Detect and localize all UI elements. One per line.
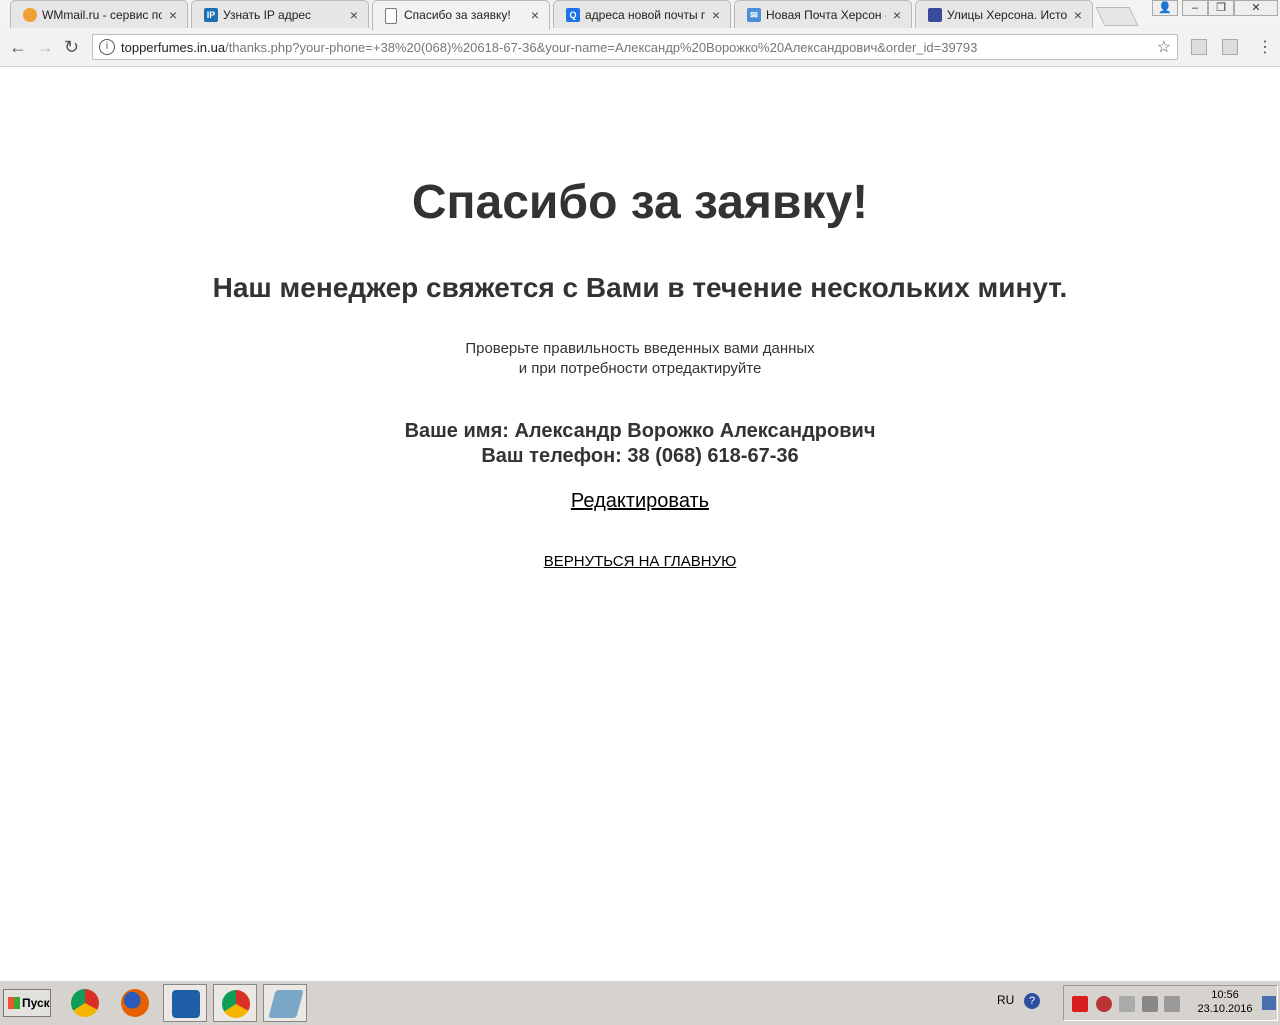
ip-favicon: IP [204, 8, 218, 22]
search-favicon: Q [566, 8, 580, 22]
taskbar-app-chrome-active[interactable] [213, 984, 257, 1022]
tab-label: адреса новой почты гор [585, 8, 705, 22]
tab-streets[interactable]: Улицы Херсона. Истори × [915, 0, 1093, 28]
extension-icon[interactable] [1222, 39, 1238, 55]
app-blue-icon [172, 990, 200, 1018]
taskbar-app-notepad[interactable] [263, 984, 307, 1022]
monitor-icon[interactable] [1142, 996, 1158, 1012]
close-window-icon[interactable]: ✕ [1234, 0, 1278, 16]
chrome-icon [71, 989, 99, 1017]
close-icon[interactable]: × [169, 7, 177, 23]
menu-icon[interactable]: ⋮ [1257, 37, 1273, 57]
forward-icon[interactable]: → [36, 37, 54, 58]
check-line-1: Проверьте правильность введенных вами да… [465, 340, 815, 357]
address-bar[interactable]: i topperfumes.in.ua/thanks.php?your-phon… [92, 34, 1178, 60]
language-indicator[interactable]: RU [997, 993, 1014, 1007]
browser-toolbar: ← → ↻ i topperfumes.in.ua/thanks.php?you… [0, 30, 1280, 67]
home-link[interactable]: ВЕРНУТЬСЯ НА ГЛАВНУЮ [544, 553, 737, 570]
edit-link[interactable]: Редактировать [571, 490, 709, 512]
info-icon[interactable]: i [99, 39, 115, 55]
close-icon[interactable]: × [1074, 7, 1082, 23]
clock-time: 10:56 [1211, 989, 1239, 1001]
tab-label: Спасибо за заявку! [404, 8, 511, 22]
page-title: Спасибо за заявку! [411, 176, 869, 229]
customer-name: Ваше имя: Александр Ворожко Александрови… [404, 420, 876, 442]
help-icon[interactable]: ? [1024, 993, 1040, 1009]
site-favicon [928, 8, 942, 22]
network-off-icon[interactable] [1119, 996, 1135, 1012]
customer-phone: Ваш телефон: 38 (068) 618-67-36 [481, 445, 799, 467]
tab-thanks[interactable]: Спасибо за заявку! × [372, 0, 550, 30]
antivirus-icon[interactable] [1096, 996, 1112, 1012]
taskbar-app-firefox[interactable] [113, 984, 157, 1022]
mail-favicon: ✉ [747, 8, 761, 22]
tab-label: Новая Почта Херсон - а [766, 8, 886, 22]
taskbar-app-blue[interactable] [163, 984, 207, 1022]
windows-logo-icon [8, 997, 20, 1009]
order-details: Ваше имя: Александр Ворожко Александрови… [0, 419, 1280, 469]
show-desktop-icon[interactable] [1262, 996, 1276, 1010]
reload-icon[interactable]: ↻ [64, 37, 79, 58]
tab-strip: WMmail.ru - сервис почт × IP Узнать IP а… [0, 0, 1280, 30]
close-icon[interactable]: × [893, 7, 901, 23]
clock[interactable]: 10:56 23.10.2016 [1190, 988, 1260, 1016]
tab-label: Узнать IP адрес [223, 8, 312, 22]
bookmark-star-icon[interactable]: ☆ [1157, 37, 1171, 57]
check-line-2: и при потребности отредактируйте [518, 360, 762, 377]
wmmail-favicon [23, 8, 37, 22]
url-text[interactable]: topperfumes.in.ua/thanks.php?your-phone=… [121, 40, 1141, 55]
page-icon [385, 8, 397, 24]
page-content: Спасибо за заявку! Наш менеджер свяжется… [0, 67, 1280, 979]
alert-icon[interactable] [1072, 996, 1088, 1012]
extension-icon[interactable] [1191, 39, 1207, 55]
taskbar-app-chrome[interactable] [63, 984, 107, 1022]
profile-icon[interactable]: 👤 [1152, 0, 1178, 16]
minimize-icon[interactable]: – [1182, 0, 1208, 16]
page-subtitle: Наш менеджер свяжется с Вами в течение н… [212, 272, 1068, 303]
url-host: topperfumes.in.ua [121, 40, 226, 55]
tab-nova-poshta[interactable]: ✉ Новая Почта Херсон - а × [734, 0, 912, 28]
back-icon[interactable]: ← [9, 37, 27, 58]
tab-label: Улицы Херсона. Истори [947, 8, 1067, 22]
tab-ip[interactable]: IP Узнать IP адрес × [191, 0, 369, 28]
notepad-icon [268, 990, 304, 1018]
tab-search[interactable]: Q адреса новой почты гор × [553, 0, 731, 28]
url-path: /thanks.php?your-phone=+38%20(068)%20618… [225, 40, 978, 55]
close-icon[interactable]: × [531, 7, 539, 23]
tab-label: WMmail.ru - сервис почт [42, 8, 162, 22]
volume-icon[interactable] [1164, 996, 1180, 1012]
close-icon[interactable]: × [350, 7, 358, 23]
new-tab-button[interactable] [1095, 7, 1139, 26]
check-message: Проверьте правильность введенных вами да… [0, 339, 1280, 379]
firefox-icon [121, 989, 149, 1017]
start-label: Пуск [22, 996, 50, 1010]
restore-icon[interactable]: ❐ [1208, 0, 1234, 16]
chrome-icon [222, 990, 250, 1018]
clock-date: 23.10.2016 [1197, 1003, 1253, 1015]
taskbar: Пуск RU ? [0, 980, 1280, 1025]
close-icon[interactable]: × [712, 7, 720, 23]
start-button[interactable]: Пуск [3, 989, 51, 1017]
tab-wmmail[interactable]: WMmail.ru - сервис почт × [10, 0, 188, 28]
